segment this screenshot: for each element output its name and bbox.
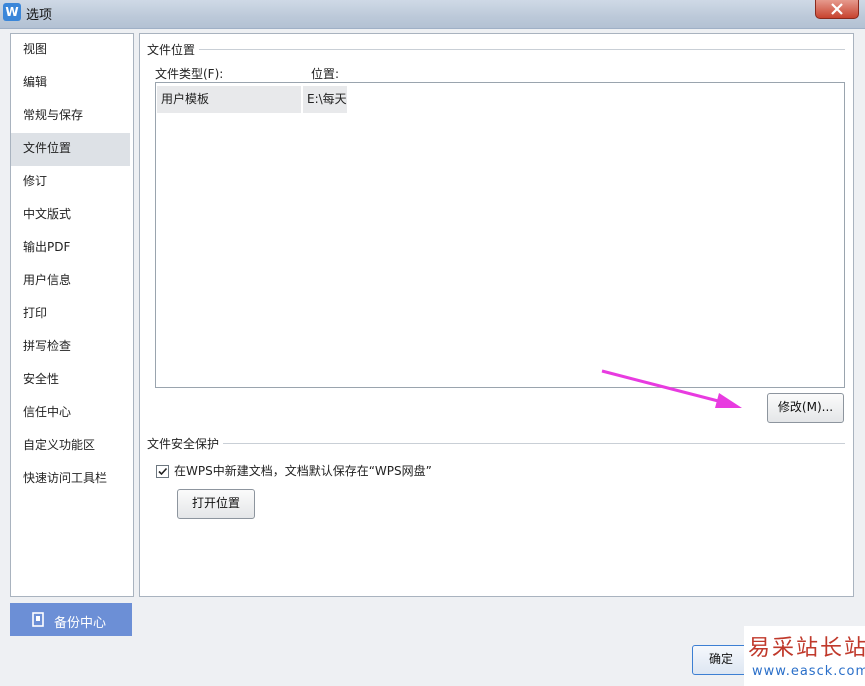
sidebar-item-print[interactable]: 打印 bbox=[11, 298, 133, 331]
open-location-button[interactable]: 打开位置 bbox=[177, 489, 255, 519]
sidebar-item-trust-center[interactable]: 信任中心 bbox=[11, 397, 133, 430]
options-content-panel: 文件位置 文件类型(F): 位置: 用户模板 E:\每天 修改(M)... 文件… bbox=[139, 33, 854, 597]
group-divider bbox=[148, 443, 845, 444]
watermark-text: 易采站长站 bbox=[748, 636, 865, 661]
sidebar-item-edit[interactable]: 编辑 bbox=[11, 67, 133, 100]
group-divider bbox=[148, 49, 845, 50]
file-type-column-header: 文件类型(F): bbox=[155, 67, 224, 81]
default-save-wps-cloud-label[interactable]: 在WPS中新建文档，文档默认保存在“WPS网盘” bbox=[174, 462, 432, 479]
close-button[interactable] bbox=[815, 0, 859, 19]
sidebar-item-general-save[interactable]: 常规与保存 bbox=[11, 100, 133, 133]
file-security-group-title: 文件安全保护 bbox=[147, 435, 224, 452]
sidebar-item-export-pdf[interactable]: 输出PDF bbox=[11, 232, 133, 265]
sidebar-item-spell-check[interactable]: 拼写检查 bbox=[11, 331, 133, 364]
file-location-group-title: 文件位置 bbox=[147, 41, 200, 58]
list-item-location[interactable]: E:\每天 bbox=[303, 86, 347, 113]
wps-app-icon: W bbox=[3, 3, 21, 21]
sidebar-item-quick-access-toolbar[interactable]: 快速访问工具栏 bbox=[11, 463, 133, 496]
backup-document-icon bbox=[32, 612, 44, 627]
sidebar-item-revision[interactable]: 修订 bbox=[11, 166, 133, 199]
sidebar-item-chinese-layout[interactable]: 中文版式 bbox=[11, 199, 133, 232]
options-sidebar: 视图 编辑 常规与保存 文件位置 修订 中文版式 输出PDF 用户信息 打印 拼… bbox=[10, 33, 134, 597]
default-save-wps-cloud-checkbox[interactable] bbox=[156, 465, 169, 478]
sidebar-item-customize-ribbon[interactable]: 自定义功能区 bbox=[11, 430, 133, 463]
list-item-file-type[interactable]: 用户模板 bbox=[157, 86, 301, 113]
sidebar-item-file-location[interactable]: 文件位置 bbox=[11, 133, 130, 166]
backup-center-button[interactable]: 备份中心 bbox=[10, 603, 132, 636]
highlight-arrow-icon bbox=[601, 369, 742, 408]
modify-button[interactable]: 修改(M)... bbox=[767, 393, 844, 423]
ok-button[interactable]: 确定 bbox=[692, 645, 750, 675]
backup-center-label: 备份中心 bbox=[54, 616, 107, 631]
sidebar-item-security[interactable]: 安全性 bbox=[11, 364, 133, 397]
title-bar: W 选项 bbox=[0, 0, 865, 29]
sidebar-item-user-info[interactable]: 用户信息 bbox=[11, 265, 133, 298]
checkmark-icon bbox=[158, 467, 168, 476]
close-icon bbox=[831, 3, 843, 15]
site-watermark: 易采站长站 www.easck.com bbox=[744, 626, 865, 686]
window-title: 选项 bbox=[26, 8, 53, 23]
file-location-list[interactable]: 用户模板 E:\每天 bbox=[155, 82, 845, 388]
watermark-url: www.easck.com bbox=[752, 664, 865, 679]
location-column-header: 位置: bbox=[311, 67, 340, 81]
sidebar-item-view[interactable]: 视图 bbox=[11, 34, 133, 67]
